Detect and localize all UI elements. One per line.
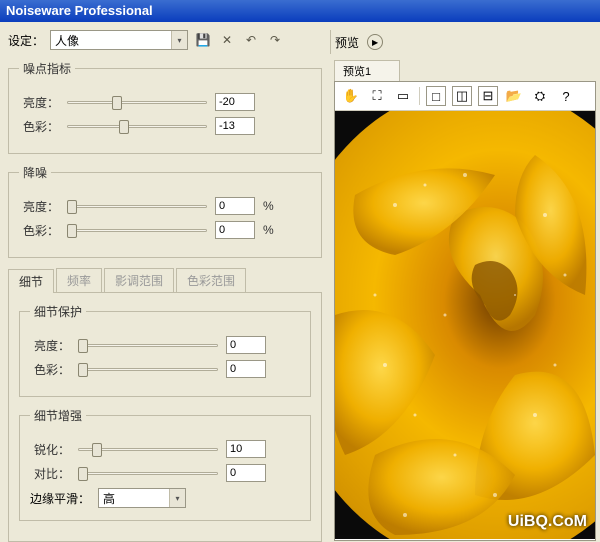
right-panel: 预览 ▶ 预览1 ✋ ⛶ ▭ □ ◫ ⊟ 📂 ⛭ ? bbox=[330, 22, 600, 541]
percent-label-2: % bbox=[263, 223, 274, 237]
tab-bar: 细节 频率 影调范围 色彩范围 bbox=[8, 268, 322, 293]
nt-color-row: 色彩： bbox=[19, 117, 311, 135]
denoise-legend: 降噪 bbox=[19, 164, 51, 181]
left-panel: 设定： ▾ 💾 ✕ ↶ ↷ 噪点指标 亮度： 色彩： 降噪 bbox=[0, 22, 330, 541]
save-icon[interactable]: 💾 bbox=[194, 31, 212, 49]
percent-label: % bbox=[263, 199, 274, 213]
marquee-icon[interactable]: ⛶ bbox=[367, 86, 387, 106]
watermark: UiBQ.CoM bbox=[508, 513, 587, 531]
preset-input[interactable] bbox=[51, 33, 171, 47]
dp-brightness-value[interactable] bbox=[226, 336, 266, 354]
detail-enhance-group: 细节增强 锐化： 对比： 边缘平滑： ▾ bbox=[19, 407, 311, 521]
settings-row: 设定： ▾ 💾 ✕ ↶ ↷ bbox=[8, 30, 322, 50]
de-edge-row: 边缘平滑： ▾ bbox=[30, 488, 300, 508]
tab-tonal[interactable]: 影调范围 bbox=[104, 268, 174, 292]
dp-brightness-slider[interactable] bbox=[78, 336, 218, 354]
de-contrast-row: 对比： bbox=[30, 464, 300, 482]
de-contrast-slider[interactable] bbox=[78, 464, 218, 482]
tab-detail[interactable]: 细节 bbox=[8, 269, 54, 293]
preset-combo[interactable]: ▾ bbox=[50, 30, 188, 50]
tab-frequency[interactable]: 频率 bbox=[56, 268, 102, 292]
nt-color-label: 色彩： bbox=[19, 118, 59, 135]
view-single-icon[interactable]: □ bbox=[426, 86, 446, 106]
de-edge-label: 边缘平滑： bbox=[30, 490, 90, 507]
dp-brightness-row: 亮度： bbox=[30, 336, 300, 354]
de-sharpen-value[interactable] bbox=[226, 440, 266, 458]
dp-color-row: 色彩： bbox=[30, 360, 300, 378]
nt-brightness-label: 亮度： bbox=[19, 94, 59, 111]
view-split-h-icon[interactable]: ◫ bbox=[452, 86, 472, 106]
app-title: Noiseware Professional bbox=[6, 3, 153, 18]
denoise-group: 降噪 亮度： % 色彩： % bbox=[8, 164, 322, 258]
preview-toolbar: ✋ ⛶ ▭ □ ◫ ⊟ 📂 ⛭ ? bbox=[335, 82, 595, 111]
de-edge-combo[interactable]: ▾ bbox=[98, 488, 186, 508]
detail-protect-legend: 细节保护 bbox=[30, 303, 86, 320]
noise-target-legend: 噪点指标 bbox=[19, 60, 75, 77]
rose-image bbox=[335, 111, 595, 539]
dp-color-label: 色彩： bbox=[30, 361, 70, 378]
settings-icon[interactable]: ⛭ bbox=[530, 86, 550, 106]
preview-header: 预览 ▶ bbox=[330, 30, 596, 54]
view-split-v-icon[interactable]: ⊟ bbox=[478, 86, 498, 106]
tab-color[interactable]: 色彩范围 bbox=[176, 268, 246, 292]
preview-box: ✋ ⛶ ▭ □ ◫ ⊟ 📂 ⛭ ? bbox=[334, 81, 596, 541]
de-sharpen-row: 锐化： bbox=[30, 440, 300, 458]
separator bbox=[419, 87, 420, 105]
image-area[interactable]: UiBQ.CoM bbox=[335, 111, 595, 539]
settings-label: 设定： bbox=[8, 32, 44, 49]
de-sharpen-label: 锐化： bbox=[30, 441, 70, 458]
tab-content: 细节保护 亮度： 色彩： 细节增强 锐化： bbox=[8, 293, 322, 542]
dp-color-slider[interactable] bbox=[78, 360, 218, 378]
detail-protect-group: 细节保护 亮度： 色彩： bbox=[19, 303, 311, 397]
folder-icon[interactable]: 📂 bbox=[504, 86, 524, 106]
preview-label: 预览 bbox=[335, 34, 359, 51]
dp-brightness-label: 亮度： bbox=[30, 337, 70, 354]
noise-target-group: 噪点指标 亮度： 色彩： bbox=[8, 60, 322, 154]
de-contrast-label: 对比： bbox=[30, 465, 70, 482]
dn-color-row: 色彩： % bbox=[19, 221, 311, 239]
dn-brightness-row: 亮度： % bbox=[19, 197, 311, 215]
nt-brightness-value[interactable] bbox=[215, 93, 255, 111]
nt-brightness-row: 亮度： bbox=[19, 93, 311, 111]
title-bar: Noiseware Professional bbox=[0, 0, 600, 22]
delete-icon[interactable]: ✕ bbox=[218, 31, 236, 49]
dn-color-value[interactable] bbox=[215, 221, 255, 239]
main-container: 设定： ▾ 💾 ✕ ↶ ↷ 噪点指标 亮度： 色彩： 降噪 bbox=[0, 22, 600, 541]
play-icon[interactable]: ▶ bbox=[367, 34, 383, 50]
preview-tab[interactable]: 预览1 bbox=[334, 60, 400, 81]
hand-icon[interactable]: ✋ bbox=[341, 86, 361, 106]
dn-brightness-slider[interactable] bbox=[67, 197, 207, 215]
dn-color-label: 色彩： bbox=[19, 222, 59, 239]
de-sharpen-slider[interactable] bbox=[78, 440, 218, 458]
de-contrast-value[interactable] bbox=[226, 464, 266, 482]
redo-icon[interactable]: ↷ bbox=[266, 31, 284, 49]
detail-enhance-legend: 细节增强 bbox=[30, 407, 86, 424]
preset-dropdown-icon[interactable]: ▾ bbox=[171, 31, 187, 49]
dn-brightness-value[interactable] bbox=[215, 197, 255, 215]
de-edge-input[interactable] bbox=[99, 491, 169, 505]
dn-brightness-label: 亮度： bbox=[19, 198, 59, 215]
de-edge-dropdown-icon[interactable]: ▾ bbox=[169, 489, 185, 507]
crop-icon[interactable]: ▭ bbox=[393, 86, 413, 106]
help-icon[interactable]: ? bbox=[556, 86, 576, 106]
nt-brightness-slider[interactable] bbox=[67, 93, 207, 111]
nt-color-slider[interactable] bbox=[67, 117, 207, 135]
dp-color-value[interactable] bbox=[226, 360, 266, 378]
undo-icon[interactable]: ↶ bbox=[242, 31, 260, 49]
nt-color-value[interactable] bbox=[215, 117, 255, 135]
dn-color-slider[interactable] bbox=[67, 221, 207, 239]
